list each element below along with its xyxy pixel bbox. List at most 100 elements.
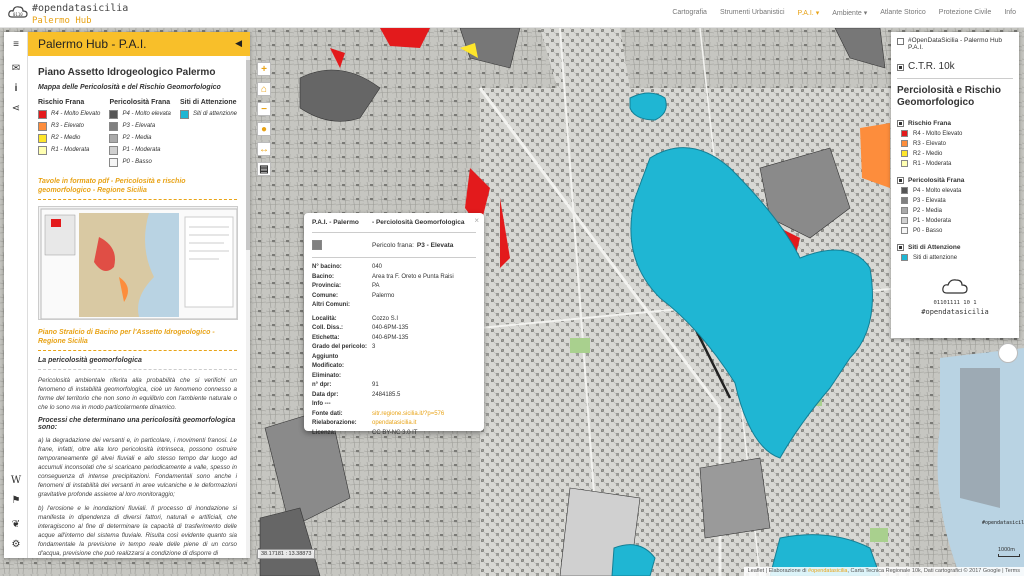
field-value: 040-6PM-135 bbox=[372, 334, 409, 341]
popup-header: P.A.I. - Palermo - Perciolosità Geomorfo… bbox=[312, 219, 465, 226]
field-key: Eliminato: bbox=[312, 372, 342, 379]
flag-icon[interactable]: ⚑ bbox=[9, 494, 23, 508]
layers-title: Perciolosità e Rischio Geomorfologico bbox=[897, 85, 1001, 108]
layer-toggle-ctr[interactable]: C.T.R. 10k bbox=[897, 61, 1013, 72]
page-subheading: Mappa delle Pericolosità e del Rischio G… bbox=[38, 84, 221, 91]
popup-field-row: Provincia: PA bbox=[312, 282, 476, 292]
nav-atlante-storico[interactable]: Atlante Storico bbox=[880, 9, 926, 17]
zoom-out-button[interactable]: − bbox=[257, 102, 271, 116]
pdf-map-thumbnail[interactable] bbox=[38, 206, 238, 320]
field-value: PA bbox=[372, 283, 380, 289]
popup-field-row: Data dpr: 2484185.5 bbox=[312, 391, 476, 401]
field-value: 3 bbox=[372, 344, 376, 350]
basemap-toggle-button[interactable] bbox=[998, 343, 1018, 363]
mail-icon[interactable]: ✉ bbox=[9, 62, 23, 76]
layer-legend-item: P3 - Elevata bbox=[897, 196, 1013, 205]
layer-legend-item: P4 - Molto elevata bbox=[897, 186, 1013, 195]
paragraph: b) l'erosione e le inondazioni fluviali.… bbox=[38, 505, 237, 557]
scale-bar: 1000m bbox=[998, 547, 1020, 557]
sidebar-title: Palermo Hub - P.A.I. bbox=[38, 37, 147, 51]
wikipedia-icon[interactable]: W bbox=[9, 474, 23, 488]
map-controls: + ⌂ − ● ↔ ▤ bbox=[257, 62, 271, 182]
field-key: Provincia: bbox=[312, 283, 342, 289]
legend-item: R2 - Medio bbox=[38, 133, 100, 143]
popup-field-row: n° dpr: 91 bbox=[312, 381, 476, 391]
popup-field-row: Altri Comuni: bbox=[312, 301, 476, 311]
opendatasicilia-logo: 01101111 10 1 #opendatasicilia bbox=[897, 278, 1013, 316]
sidebar-tabs: ≡ ✉ i ⋖ W ⚑ ❦ ⚙ bbox=[4, 32, 28, 558]
layer-control-panel: #OpenDataSicilia - Palermo Hub P.A.I. C.… bbox=[891, 32, 1019, 338]
sidebar-header: Palermo Hub - P.A.I. ◀ bbox=[28, 32, 250, 56]
layer-legend-item: R2 - Medio bbox=[897, 149, 1013, 158]
menu-icon[interactable]: ≡ bbox=[9, 38, 23, 52]
field-value: 040 bbox=[372, 264, 383, 270]
collapse-arrow-icon[interactable]: ◀ bbox=[235, 38, 242, 49]
field-value: Cozzo S.I bbox=[372, 315, 399, 322]
home-icon[interactable]: ⌂ bbox=[257, 82, 271, 96]
field-key: Località: bbox=[312, 315, 337, 322]
sidebar-content: Piano Assetto Idrogeologico Palermo Mapp… bbox=[28, 56, 246, 558]
map-corner-logo: #opendatasicilia bbox=[982, 520, 1024, 526]
field-key: N° bacino: bbox=[312, 264, 342, 270]
zoom-in-button[interactable]: + bbox=[257, 62, 271, 76]
nav-info[interactable]: Info bbox=[1004, 9, 1016, 17]
popup-field-row: Grado del pericolo: 3 bbox=[312, 343, 476, 353]
layer-legend-item: R4 - Molto Elevato bbox=[897, 129, 1013, 138]
sidebar-scrollbar[interactable] bbox=[246, 56, 250, 558]
map-attribution: Leaflet | Elaborazione di #opendatasicil… bbox=[743, 567, 1024, 576]
field-value: 91 bbox=[372, 382, 379, 388]
layer-toggle-base[interactable]: #OpenDataSicilia - Palermo Hub P.A.I. bbox=[897, 37, 1013, 51]
nav-cartografia[interactable]: Cartografia bbox=[672, 9, 707, 17]
feature-popup: × P.A.I. - Palermo - Perciolosità Geomor… bbox=[304, 213, 484, 436]
layer-legend-item: R1 - Moderata bbox=[897, 159, 1013, 168]
layer-group-toggle[interactable]: Pericolosità Frana bbox=[897, 176, 1013, 184]
layer-legend-item: R3 - Elevato bbox=[897, 139, 1013, 148]
nav-ambiente-dropdown[interactable]: Ambiente ▾ bbox=[832, 9, 867, 17]
popup-field-row: Coll. Diss.: 040-6PM-135 bbox=[312, 324, 476, 334]
paragraph: a) la degradazione dei versanti e, in pa… bbox=[38, 437, 237, 498]
close-icon[interactable]: × bbox=[474, 216, 479, 225]
legend-siti: Siti di Attenzione Siti di attenzione bbox=[179, 99, 237, 169]
field-key: Comune: bbox=[312, 292, 338, 299]
field-link[interactable]: sitr.regione.sicilia.it/?p=576 bbox=[372, 410, 444, 420]
layer-legend-item: Siti di attenzione bbox=[897, 253, 1013, 262]
nav-pai-dropdown[interactable]: P.A.I. ▾ bbox=[798, 9, 820, 17]
popup-field-row: Info --- bbox=[312, 400, 476, 410]
field-key: Info --- bbox=[312, 401, 331, 407]
nav-protezione-civile[interactable]: Protezione Civile bbox=[939, 9, 992, 17]
legend-item: R1 - Moderata bbox=[38, 145, 100, 155]
field-key: Grado del pericolo: bbox=[312, 344, 368, 350]
popup-class: Pericolo frana: P3 - Elevata bbox=[312, 238, 476, 252]
field-key: Bacino: bbox=[312, 273, 335, 280]
layer-group-toggle[interactable]: Siti di Attenzione bbox=[897, 243, 1013, 251]
field-key: Fonte dati: bbox=[312, 410, 343, 417]
piano-stralcio-link[interactable]: Piano Stralcio di Bacino per l'Assetto I… bbox=[38, 328, 237, 346]
popup-field-row: Etichetta: 040-6PM-135 bbox=[312, 334, 476, 344]
nav-strumenti-urbanistici[interactable]: Strumenti Urbanistici bbox=[720, 9, 785, 17]
field-key: Coll. Diss.: bbox=[312, 325, 344, 331]
measure-icon[interactable]: ↔ bbox=[257, 142, 271, 156]
field-link[interactable]: opendatasicilia.it bbox=[372, 419, 416, 429]
paragraph: Pericolosità ambientale riferita alla pr… bbox=[38, 377, 237, 411]
field-value: Palermo bbox=[372, 292, 395, 299]
legend-item: R4 - Molto Elevato bbox=[38, 109, 100, 119]
legend-item: P0 - Basso bbox=[109, 157, 170, 167]
tavole-pdf-link[interactable]: Tavole in formato pdf - Pericolosità e r… bbox=[38, 177, 237, 195]
share-icon[interactable]: ⋖ bbox=[9, 102, 23, 116]
info-icon[interactable]: i bbox=[9, 82, 23, 96]
print-icon[interactable]: ▤ bbox=[257, 162, 271, 176]
popup-field-row: Fonte dati: sitr.regione.sicilia.it/?p=57… bbox=[312, 410, 476, 420]
popup-field-row: Rielaborazione: opendatasicilia.it bbox=[312, 419, 476, 429]
cloud-logo-icon: 0110 bbox=[8, 6, 28, 18]
legend-pericolosita: Pericolosità Frana P4 - Molto elevata P3… bbox=[109, 99, 171, 169]
page-heading: Piano Assetto Idrogeologico Palermo bbox=[38, 67, 216, 78]
popup-field-row: Modificato: bbox=[312, 362, 476, 372]
legend-title: Siti di Attenzione bbox=[179, 99, 237, 106]
layer-group-toggle[interactable]: Rischio Frana bbox=[897, 119, 1013, 127]
field-value: 040-6PM-135 bbox=[372, 325, 409, 331]
legend-item: Siti di attenzione bbox=[179, 109, 237, 119]
leaf-icon[interactable]: ❦ bbox=[9, 518, 23, 532]
svg-text:0110: 0110 bbox=[13, 12, 23, 17]
locate-icon[interactable]: ● bbox=[257, 122, 271, 136]
gear-icon[interactable]: ⚙ bbox=[9, 538, 23, 552]
